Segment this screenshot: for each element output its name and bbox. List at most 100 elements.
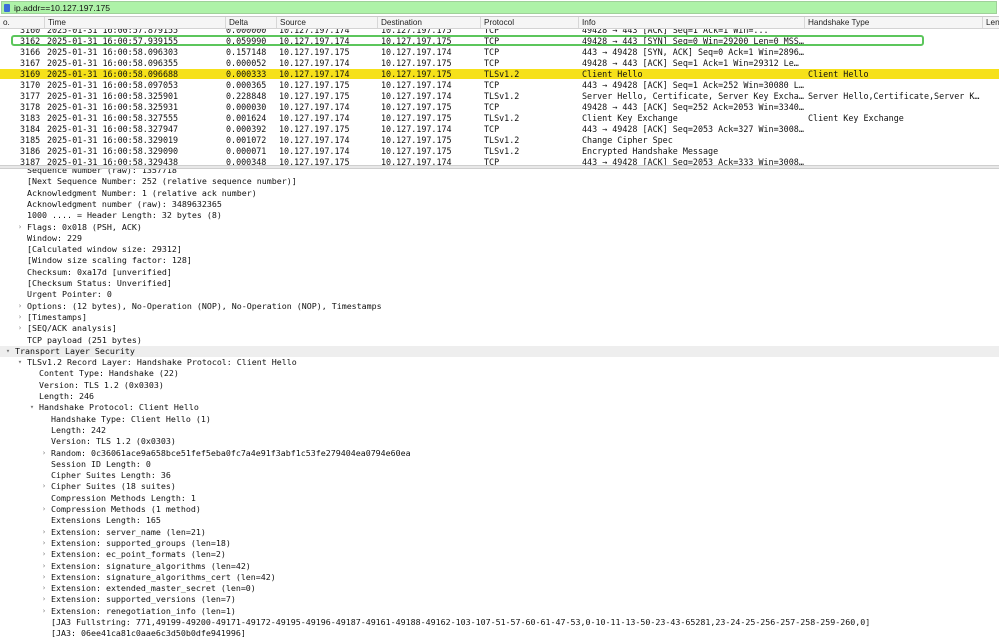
display-filter-input[interactable]: ip.addr==10.127.197.175	[1, 1, 997, 14]
collapsed-chevron-icon[interactable]: ›	[40, 504, 48, 515]
packet-cell-no: 3160	[20, 29, 41, 35]
packet-cell-delta: 0.001072	[226, 135, 267, 145]
packet-cell-info: Change Cipher Spec	[582, 135, 673, 145]
packet-cell-destination: 10.127.197.175	[381, 113, 452, 123]
packet-cell-no: 3178	[20, 102, 41, 112]
detail-tree-label: [SEQ/ACK analysis]	[27, 323, 117, 334]
collapsed-chevron-icon[interactable]: ›	[40, 481, 48, 492]
packet-cell-destination: 10.127.197.174	[381, 47, 452, 57]
collapsed-chevron-icon[interactable]: ›	[40, 538, 48, 549]
display-filter-text[interactable]: ip.addr==10.127.197.175	[14, 3, 110, 14]
collapsed-chevron-icon[interactable]: ›	[40, 594, 48, 605]
packet-cell-no: 3183	[20, 113, 41, 123]
packet-cell-info: 443 → 49428 [SYN, ACK] Seq=0 Ack=1 Win=2…	[582, 47, 804, 57]
packet-row[interactable]: 3166 2025-01-31 16:00:58.096303 0.157148 10…	[0, 47, 999, 57]
packet-cell-hs: Server Hello,Certificate,Server K…	[808, 91, 980, 101]
packet-cell-protocol: TCP	[484, 80, 500, 90]
packet-cell-time: 2025-01-31 16:00:58.327947	[47, 124, 179, 134]
collapsed-chevron-icon[interactable]: ›	[40, 606, 48, 617]
packet-row[interactable]: 3187 2025-01-31 16:00:58.329438 0.000348 10…	[0, 157, 999, 165]
collapsed-chevron-icon[interactable]: ›	[16, 312, 24, 323]
column-header-info[interactable]: Info	[578, 17, 804, 28]
detail-tree-label: [Checksum Status: Unverified]	[27, 278, 172, 288]
detail-tree-label: Extension: supported_groups (len=18)	[51, 537, 231, 548]
packet-cell-destination: 10.127.197.174	[381, 80, 452, 90]
detail-tree-label: Extension: supported_versions (len=7)	[51, 594, 236, 605]
detail-tree-label: Version: TLS 1.2 (0x0303)	[51, 436, 176, 447]
expanded-chevron-icon[interactable]: ▾	[16, 357, 24, 368]
column-header-source[interactable]: Source	[276, 17, 377, 28]
packet-cell-no: 3170	[20, 80, 41, 90]
packet-cell-destination: 10.127.197.175	[381, 58, 452, 68]
collapsed-chevron-icon[interactable]: ›	[16, 323, 24, 334]
detail-tree-label: Length: 242	[51, 424, 106, 435]
packet-row[interactable]: 3170 2025-01-31 16:00:58.097053 0.000365 10…	[0, 80, 999, 90]
packet-row[interactable]: 3186 2025-01-31 16:00:58.329090 0.000071 10…	[0, 146, 999, 156]
collapsed-chevron-icon[interactable]: ›	[40, 561, 48, 572]
column-header-destination[interactable]: Destination	[377, 17, 480, 28]
packet-cell-no: 3169	[20, 69, 41, 79]
column-header-time[interactable]: Time	[44, 17, 225, 28]
detail-tree-label: Extension: ec_point_formats (len=2)	[51, 549, 226, 560]
packet-cell-time: 2025-01-31 16:00:58.329019	[47, 135, 179, 145]
column-header-no[interactable]: o.	[0, 17, 44, 28]
column-header-length[interactable]: Len	[982, 17, 999, 28]
packet-row[interactable]: 3185 2025-01-31 16:00:58.329019 0.001072 10…	[0, 135, 999, 145]
detail-tree-label: Flags: 0x018 (PSH, ACK)	[27, 221, 142, 232]
detail-tree-label: Extension: server_name (len=21)	[51, 526, 206, 537]
collapsed-chevron-icon[interactable]: ›	[40, 572, 48, 583]
collapsed-chevron-icon[interactable]: ›	[40, 549, 48, 560]
packet-row[interactable]: 3160 2025-01-31 16:00:57.879155 0.000000 10…	[0, 29, 999, 35]
packet-row-selected[interactable]: 3169 2025-01-31 16:00:58.096688 0.000333 10…	[0, 69, 999, 79]
detail-tree-label: Extension: signature_algorithms_cert (le…	[51, 571, 276, 582]
display-filter-bar: ip.addr==10.127.197.175	[0, 0, 999, 17]
detail-tree-label: Length: 246	[39, 391, 94, 401]
packet-cell-no: 3185	[20, 135, 41, 145]
packet-cell-delta: 0.157148	[226, 47, 267, 57]
packet-cell-destination: 10.127.197.175	[381, 29, 452, 35]
collapsed-chevron-icon[interactable]: ›	[40, 448, 48, 459]
packet-cell-delta: 0.000348	[226, 157, 267, 165]
packet-cell-protocol: TLSv1.2	[484, 91, 520, 101]
packet-cell-protocol: TCP	[484, 157, 500, 165]
column-header-handshake-type[interactable]: Handshake Type	[804, 17, 982, 28]
collapsed-chevron-icon[interactable]: ›	[40, 583, 48, 594]
detail-tree-label: Content Type: Handshake (22)	[39, 368, 179, 379]
collapsed-chevron-icon[interactable]: ›	[40, 527, 48, 538]
packet-cell-destination: 10.127.197.174	[381, 91, 452, 101]
expanded-chevron-icon[interactable]: ▾	[4, 346, 12, 357]
column-header-protocol[interactable]: Protocol	[480, 17, 578, 28]
packet-cell-protocol: TCP	[484, 58, 500, 68]
packet-cell-source: 10.127.197.174	[279, 69, 350, 79]
packet-cell-no: 3166	[20, 47, 41, 57]
detail-tree-label: [Calculated window size: 29312]	[27, 244, 182, 255]
packet-cell-source: 10.127.197.175	[279, 47, 350, 57]
detail-tree-label: Extension: renegotiation_info (len=1)	[51, 605, 236, 616]
packet-cell-info: Client Key Exchange	[582, 113, 678, 123]
column-header-delta[interactable]: Delta	[225, 17, 276, 28]
packet-cell-protocol: TCP	[484, 36, 500, 46]
packet-cell-info: 49428 → 443 [ACK] Seq=1 Ack=1 Win=...	[582, 29, 769, 35]
packet-list-header: o. Time Delta Source Destination Protoco…	[0, 17, 999, 29]
packet-cell-protocol: TCP	[484, 29, 500, 35]
packet-cell-time: 2025-01-31 16:00:58.329090	[47, 146, 179, 156]
packet-cell-info: Client Hello	[582, 69, 643, 79]
packet-row[interactable]: 3177 2025-01-31 16:00:58.325901 0.228848 10…	[0, 91, 999, 101]
packet-row[interactable]: 3178 2025-01-31 16:00:58.325931 0.000030 10…	[0, 102, 999, 112]
packet-list[interactable]: 3160 2025-01-31 16:00:57.879155 0.000000 10…	[0, 29, 999, 165]
packet-row[interactable]: 3167 2025-01-31 16:00:58.096355 0.000052 10…	[0, 58, 999, 68]
expanded-chevron-icon[interactable]: ▾	[28, 402, 36, 413]
detail-tree-label: Random: 0c36061ace9a658bce51fef5eba0fc7a…	[51, 447, 411, 458]
packet-row[interactable]: 3183 2025-01-31 16:00:58.327555 0.001624 10…	[0, 113, 999, 123]
packet-row[interactable]: 3162 2025-01-31 16:00:57.939155 0.059990 10…	[0, 36, 999, 46]
collapsed-chevron-icon[interactable]: ›	[16, 222, 24, 233]
packet-cell-time: 2025-01-31 16:00:58.327555	[47, 113, 179, 123]
detail-tree-label: Checksum: 0xa17d [unverified]	[27, 266, 172, 277]
packet-cell-no: 3184	[20, 124, 41, 134]
bookmark-icon[interactable]	[4, 4, 10, 12]
collapsed-chevron-icon[interactable]: ›	[16, 301, 24, 312]
packet-row[interactable]: 3184 2025-01-31 16:00:58.327947 0.000392 10…	[0, 124, 999, 134]
packet-details-tree[interactable]: Sequence Number (raw): 1357718 [Next Sequ…	[0, 169, 999, 637]
detail-tree-label: Extension: signature_algorithms (len=42)	[51, 560, 251, 571]
detail-tree-item[interactable]: ▾ Transport Layer Security	[0, 345, 999, 357]
